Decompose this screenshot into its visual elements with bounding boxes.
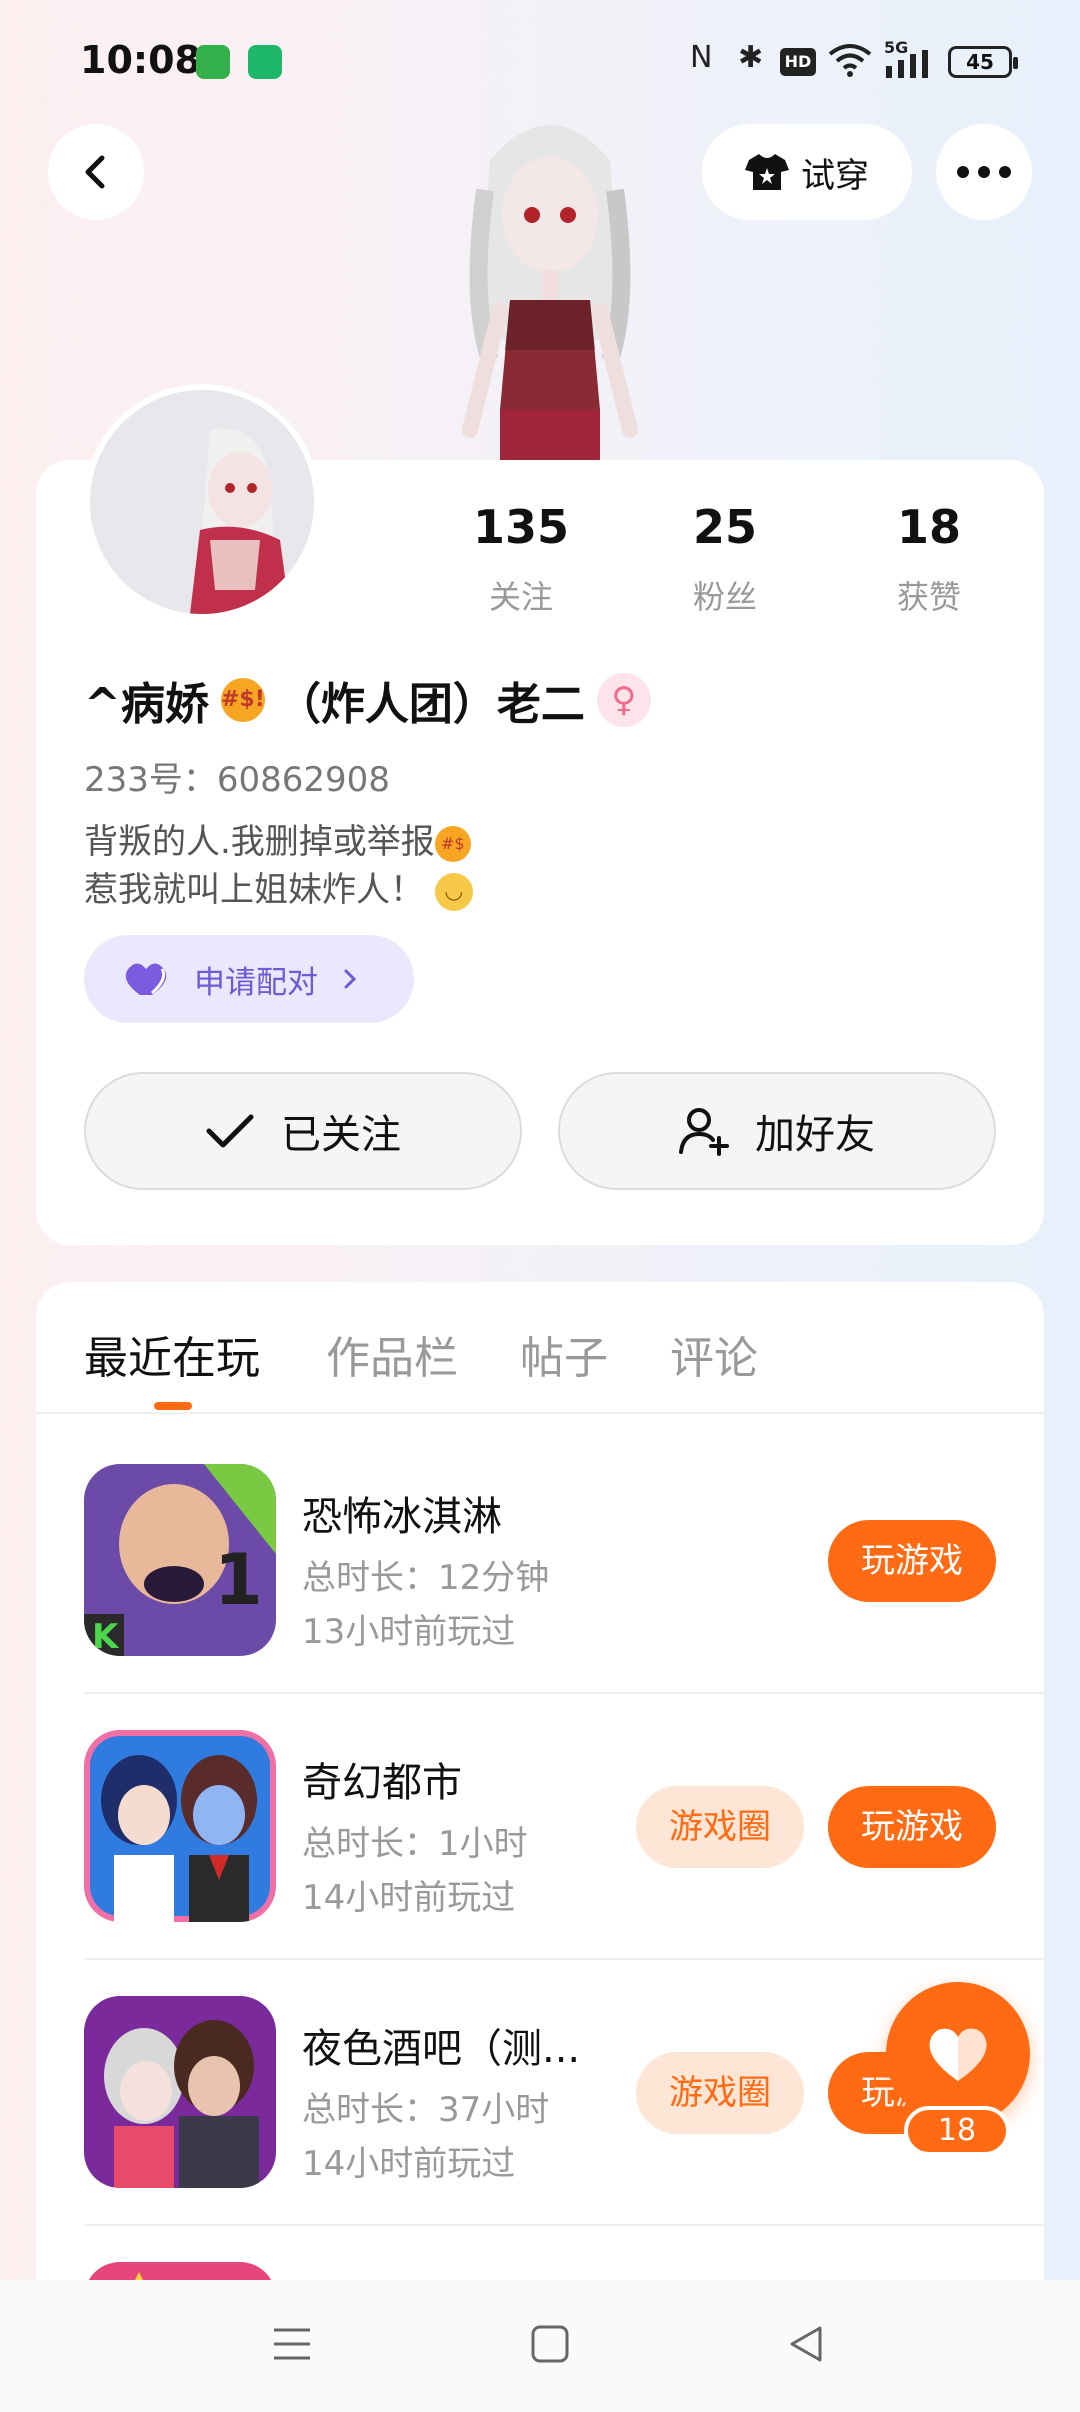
game-title: 恐怖冰淇淋	[302, 1494, 502, 1540]
heart-icon	[929, 2028, 987, 2081]
game-circle-button[interactable]: 游戏圈	[636, 1786, 804, 1868]
stat-likes-value: 18	[896, 500, 961, 554]
user-id: 233号：60862908	[84, 760, 390, 800]
stat-fans-label: 粉丝	[692, 578, 757, 616]
chevron-left-icon	[85, 155, 105, 189]
signal-icon	[886, 50, 928, 78]
game-last-played: 14小时前玩过	[302, 1878, 516, 1918]
game-icon-horror-icecream: 1 K	[84, 1464, 276, 1656]
apply-pair-button[interactable]: 申请配对	[84, 935, 414, 1023]
battery-icon: 45	[948, 46, 1018, 78]
tab-divider	[36, 1412, 1044, 1414]
svg-text:1: 1	[214, 1539, 263, 1621]
tab-posts[interactable]: 帖子	[520, 1322, 608, 1386]
play-game-button[interactable]: 玩游戏	[828, 1520, 996, 1602]
floating-like-button[interactable]	[886, 1982, 1030, 2126]
menu-icon[interactable]	[272, 2326, 312, 2362]
game-last-played: 13小时前玩过	[302, 1612, 516, 1652]
female-gender-icon: ♀	[596, 673, 651, 727]
more-button[interactable]	[936, 124, 1032, 220]
game-duration: 总时长：1小时	[302, 1824, 528, 1864]
tab-comments[interactable]: 评论	[670, 1322, 758, 1386]
followed-button[interactable]: 已关注	[84, 1072, 522, 1190]
stat-likes-label: 获赞	[896, 578, 961, 616]
bluetooth-icon: ✱	[738, 40, 764, 75]
list-item[interactable]: 1 K 恐怖冰淇淋 总时长：12分钟 13小时前玩过 玩游戏	[84, 1428, 1044, 1694]
list-item[interactable]: 奇幻都市 总时长：1小时 14小时前玩过 游戏圈 玩游戏	[84, 1694, 1044, 1960]
list-item[interactable]: 夜色酒吧（测... 总时长：37小时 14小时前玩过 游戏圈 玩游戏	[84, 1960, 1044, 2226]
game-duration: 总时长：37小时	[302, 2090, 550, 2130]
avatar[interactable]	[84, 384, 320, 620]
bio-line-1: 背叛的人.我删掉或举报	[84, 822, 435, 862]
stat-following[interactable]: 135 关注	[446, 500, 596, 618]
more-dots-icon	[957, 166, 1011, 178]
avatar-image	[90, 390, 314, 614]
followed-label: 已关注	[281, 1112, 401, 1158]
back-nav-icon[interactable]	[786, 2324, 826, 2364]
name-suffix: （炸人团）老二	[276, 679, 585, 730]
stat-likes[interactable]: 18 获赞	[854, 500, 1004, 618]
game-icon-night-bar	[84, 1996, 276, 2188]
system-nav-bar	[0, 2280, 1080, 2412]
profile-bio: 背叛的人.我删掉或举报 #$ 惹我就叫上姐妹炸人！ ◡	[84, 818, 473, 914]
stat-following-label: 关注	[488, 578, 553, 616]
game-title: 奇幻都市	[302, 1760, 462, 1806]
profile-name: ^病娇 #$! （炸人团）老二 ♀	[84, 668, 651, 732]
tab-works[interactable]: 作品栏	[326, 1322, 458, 1386]
chevron-right-icon	[344, 969, 357, 989]
avatar-character-image[interactable]	[430, 100, 670, 470]
svg-text:K: K	[92, 1617, 120, 1656]
tab-recent-playing[interactable]: 最近在玩	[84, 1322, 260, 1386]
apply-pair-label: 申请配对	[194, 964, 318, 1001]
cursing-face-icon: #$	[434, 825, 471, 862]
try-on-label: 试穿	[801, 155, 869, 196]
cursing-face-icon: #$!	[220, 678, 265, 722]
row-divider	[84, 2224, 1044, 2226]
hearts-icon	[125, 963, 167, 995]
game-last-played: 14小时前玩过	[302, 2144, 516, 2184]
back-button[interactable]	[48, 124, 144, 220]
home-icon[interactable]	[530, 2324, 570, 2364]
game-title: 夜色酒吧（测...	[302, 2026, 581, 2072]
upload-app-icon	[248, 45, 282, 79]
wifi-icon	[828, 44, 872, 77]
play-game-button[interactable]: 玩游戏	[828, 1786, 996, 1868]
add-person-icon	[679, 1108, 729, 1156]
add-friend-label: 加好友	[755, 1112, 875, 1158]
message-app-icon	[196, 45, 230, 79]
tab-indicator	[154, 1402, 192, 1410]
stat-following-value: 135	[472, 500, 570, 554]
add-friend-button[interactable]: 加好友	[558, 1072, 996, 1190]
game-circle-button[interactable]: 游戏圈	[636, 2052, 804, 2134]
nfc-icon: N	[690, 40, 713, 75]
bio-line-2: 惹我就叫上姐妹炸人！	[84, 870, 424, 910]
try-on-button[interactable]: 试穿	[702, 124, 912, 220]
game-duration: 总时长：12分钟	[302, 1558, 550, 1598]
hd-icon: HD	[780, 48, 816, 76]
checkmark-icon	[206, 1114, 254, 1148]
game-icon-fantasy-city	[84, 1730, 276, 1922]
stat-fans-value: 25	[692, 500, 757, 554]
name-prefix: ^病娇	[84, 679, 209, 730]
status-time: 10:08	[80, 38, 201, 82]
like-count-badge: 18	[904, 2106, 1010, 2156]
upside-down-face-icon: ◡	[434, 872, 473, 911]
tshirt-icon	[745, 154, 789, 190]
stat-fans[interactable]: 25 粉丝	[650, 500, 800, 618]
